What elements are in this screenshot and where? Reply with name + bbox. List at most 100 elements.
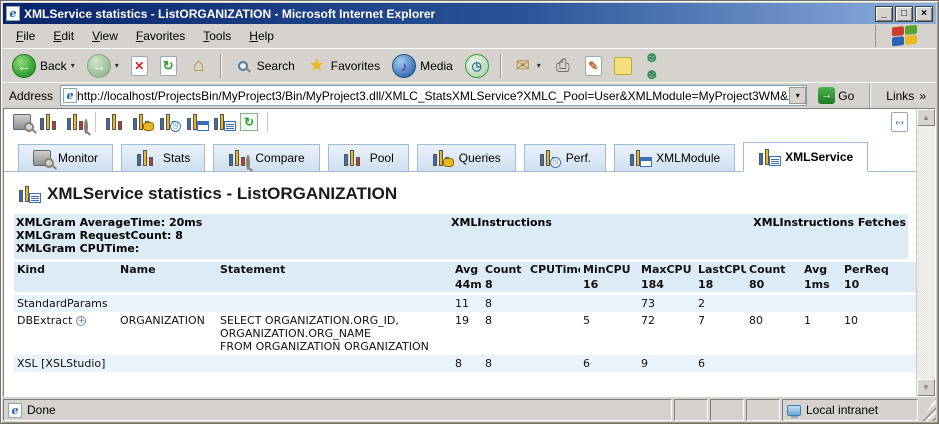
address-url[interactable]: http://localhost/ProjectsBin/MyProject3/… [77, 89, 789, 103]
search-button[interactable]: Search [228, 53, 300, 79]
stop-icon: ✕ [131, 56, 148, 76]
back-button[interactable]: ← Back ▾ [7, 51, 80, 81]
compare-tool-icon[interactable] [66, 113, 86, 131]
xmlservice-heading-icon [18, 185, 38, 203]
kind-cell: StandardParams [14, 294, 117, 313]
back-dropdown-icon[interactable]: ▾ [71, 61, 75, 70]
menu-view[interactable]: View [83, 26, 127, 46]
perf-tool-icon[interactable]: ◷ [159, 113, 179, 131]
monitor-tab-icon [33, 150, 51, 166]
address-input[interactable]: e http://localhost/ProjectsBin/MyProject… [60, 85, 807, 106]
resize-grip[interactable] [920, 399, 936, 421]
home-button[interactable]: ⌂ [184, 53, 214, 79]
status-pane-empty [746, 399, 780, 421]
print-button[interactable]: ⎙ [548, 53, 578, 79]
tab-pool[interactable]: Pool [328, 144, 409, 171]
print-icon: ⎙ [553, 56, 573, 76]
page-title: XMLService statistics - ListORGANIZATION [47, 184, 397, 204]
col-count: Count [482, 262, 527, 277]
maxcpu-cell: 73 [638, 294, 695, 313]
tab-perf[interactable]: ◷ Perf. [524, 144, 606, 171]
history-button[interactable]: ◷ [460, 51, 494, 81]
maximize-button[interactable]: □ [895, 6, 913, 22]
total-cell [14, 277, 117, 294]
perreq-cell [841, 294, 916, 313]
tab-xmlmodule[interactable]: XMLModule [614, 144, 735, 171]
cputime-cell [527, 294, 580, 313]
perreq-cell: 10 [841, 312, 916, 355]
mail-dropdown-icon[interactable]: ▾ [537, 61, 541, 70]
links-button[interactable]: Links » [880, 89, 932, 103]
statement-cell [217, 294, 452, 313]
xml-source-icon[interactable]: ‹·› [891, 112, 908, 132]
favorites-star-icon: ★ [307, 56, 327, 76]
mail-button[interactable]: ✉ ▾ [508, 53, 546, 79]
zone-label: Local intranet [806, 403, 878, 417]
table-header-row: Kind Name Statement Avg Count CPUTime Mi… [14, 262, 916, 277]
home-icon: ⌂ [189, 56, 209, 76]
forward-button[interactable]: → ▾ [82, 51, 124, 81]
statement-cell [217, 355, 452, 372]
total-mincpu: 16 [580, 277, 638, 294]
refresh-button[interactable]: ↻ [155, 53, 182, 79]
stats-tool-icon[interactable] [39, 113, 59, 131]
xmlinstructions-group-label: XMLInstructions [451, 216, 552, 229]
tab-compare[interactable]: Compare [213, 144, 319, 171]
discuss-button[interactable] [609, 54, 637, 78]
count-cell: 8 [482, 355, 527, 372]
total-cell [117, 277, 217, 294]
app-icon-toolbar: ◷ ↻ ‹·› [4, 109, 916, 135]
pool-tool-icon[interactable] [105, 113, 125, 131]
perreq-cell [841, 355, 916, 372]
scroll-up-icon[interactable]: ▲ [917, 109, 935, 126]
toolbar-separator [500, 54, 502, 78]
tab-xmlservice[interactable]: XMLService [743, 142, 868, 172]
count-cell: 8 [482, 294, 527, 313]
menu-tools[interactable]: Tools [194, 26, 240, 46]
scroll-down-icon[interactable]: ▼ [917, 379, 935, 396]
messenger-button[interactable]: ☻☻ [639, 53, 669, 79]
maxcpu-cell: 9 [638, 355, 695, 372]
expand-icon[interactable]: + [76, 316, 86, 326]
monitor-tool-icon[interactable] [12, 112, 32, 132]
menu-file[interactable]: File [7, 26, 44, 46]
tab-stats[interactable]: Stats [121, 144, 205, 171]
total-lastcpu: 18 [695, 277, 746, 294]
count-cell: 8 [482, 312, 527, 355]
tab-queries[interactable]: Queries [417, 144, 516, 171]
refresh-page-icon[interactable]: ↻ [240, 113, 258, 131]
vertical-scrollbar[interactable]: ▲ ▼ [916, 109, 935, 396]
total-count: 8 [482, 277, 527, 294]
col-maxcpu: MaxCPU [638, 262, 695, 277]
tab-label: Compare [255, 151, 304, 165]
minimize-button[interactable]: _ [875, 6, 893, 22]
mincpu-cell: 6 [580, 355, 638, 372]
xmlmodule-tool-icon[interactable] [186, 113, 206, 131]
queries-tool-icon[interactable] [132, 113, 152, 131]
stop-button[interactable]: ✕ [126, 53, 153, 79]
tab-monitor[interactable]: Monitor [18, 144, 113, 171]
close-button[interactable]: × [915, 6, 933, 22]
status-text: Done [27, 403, 56, 417]
tab-label: Pool [370, 151, 394, 165]
menu-favorites[interactable]: Favorites [127, 26, 194, 46]
title-bar[interactable]: e XMLService statistics - ListORGANIZATI… [3, 3, 936, 24]
xmlservice-tool-icon[interactable] [213, 113, 233, 131]
edit-button[interactable]: ✎ [580, 53, 607, 79]
menu-help[interactable]: Help [240, 26, 283, 46]
refresh-icon: ↻ [160, 56, 177, 76]
xmlmodule-tab-icon [629, 149, 649, 167]
status-bar: e Done Local intranet [3, 397, 936, 421]
address-dropdown-icon[interactable]: ▾ [789, 87, 806, 104]
favorites-label: Favorites [331, 59, 380, 73]
forward-dropdown-icon[interactable]: ▾ [115, 61, 119, 70]
toolbar-separator [869, 84, 871, 108]
menu-edit[interactable]: Edit [44, 26, 83, 46]
col-name: Name [117, 262, 217, 277]
go-button[interactable]: → Go [812, 86, 860, 105]
media-button[interactable]: ♪ Media [387, 51, 458, 81]
scrollbar-track[interactable] [917, 126, 935, 379]
favorites-button[interactable]: ★ Favorites [302, 53, 385, 79]
page-icon: e [63, 88, 77, 103]
links-chevron-icon: » [919, 89, 926, 103]
